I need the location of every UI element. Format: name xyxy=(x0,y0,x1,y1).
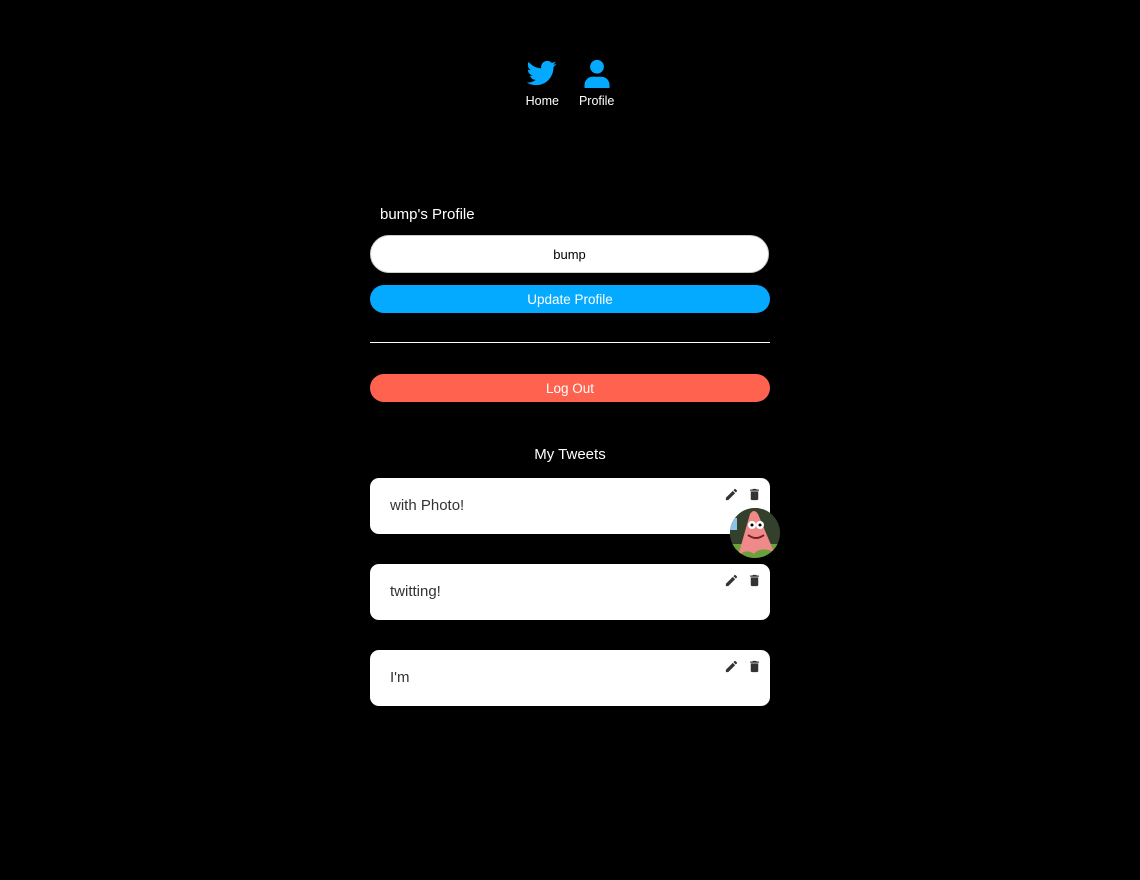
nav-home-link[interactable]: Home xyxy=(526,58,559,108)
twitter-bird-icon xyxy=(527,60,557,86)
tweet-card: with Photo! xyxy=(370,478,780,558)
tweet-text: I'm xyxy=(390,669,410,686)
tweet-actions xyxy=(724,659,762,674)
pencil-icon[interactable] xyxy=(724,659,739,674)
section-divider xyxy=(370,342,770,343)
nav-home-label: Home xyxy=(525,94,559,108)
user-icon xyxy=(584,59,610,88)
tweet-photo-thumbnail xyxy=(730,508,780,558)
update-profile-button[interactable]: Update Profile xyxy=(370,285,770,313)
tweet-card: twitting! xyxy=(370,564,770,620)
trash-icon[interactable] xyxy=(747,573,762,588)
photo-image xyxy=(730,508,780,558)
trash-icon[interactable] xyxy=(747,659,762,674)
tweet-card: I'm xyxy=(370,650,770,706)
my-tweets-heading: My Tweets xyxy=(534,446,606,463)
top-nav: Home Profile xyxy=(0,58,1140,108)
profile-title: bump's Profile xyxy=(380,206,475,223)
display-name-input[interactable] xyxy=(370,235,769,273)
log-out-button[interactable]: Log Out xyxy=(370,374,770,402)
nav-profile-label: Profile xyxy=(578,94,615,108)
tweet-text: with Photo! xyxy=(390,497,465,514)
tweet-actions xyxy=(724,487,762,502)
nav-profile-link[interactable]: Profile xyxy=(579,58,614,108)
pencil-icon[interactable] xyxy=(724,487,739,502)
profile-page: Home Profile bump's Profile Update Profi… xyxy=(0,0,1140,880)
pencil-icon[interactable] xyxy=(724,573,739,588)
trash-icon[interactable] xyxy=(747,487,762,502)
tweet-actions xyxy=(724,573,762,588)
tweet-text: twitting! xyxy=(390,583,441,600)
